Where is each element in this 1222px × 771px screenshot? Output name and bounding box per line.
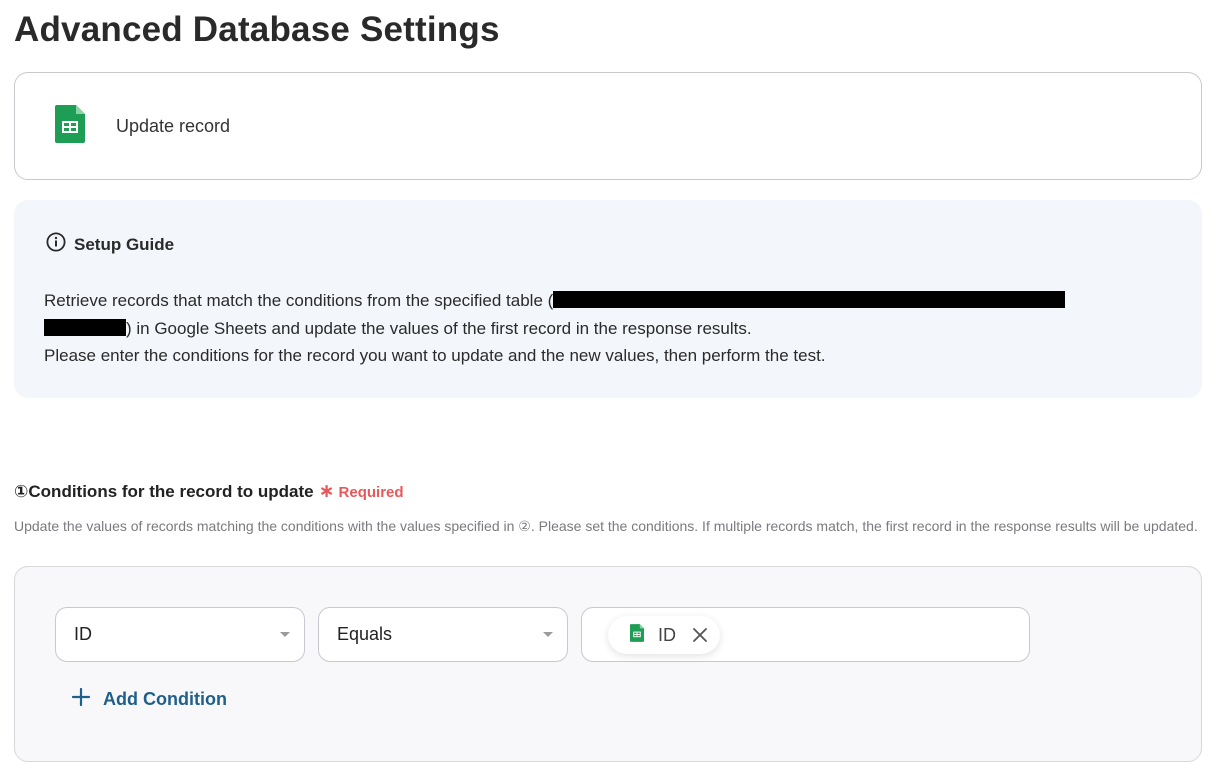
plus-icon [71, 687, 91, 712]
guide-line3: Please enter the conditions for the reco… [44, 346, 826, 365]
action-card[interactable]: Update record [14, 72, 1202, 180]
page-title: Advanced Database Settings [14, 10, 500, 49]
setup-guide-header: Setup Guide [46, 232, 174, 257]
condition-value-input[interactable]: ID [581, 607, 1030, 662]
value-chip-label: ID [658, 624, 676, 645]
condition-field-value: ID [74, 624, 92, 644]
setup-guide-title: Setup Guide [74, 234, 175, 254]
conditions-section-title: ①Conditions for the record to update ∗ R… [14, 480, 404, 503]
google-sheets-icon [630, 623, 644, 647]
setup-guide: Setup Guide Retrieve records that match … [14, 200, 1202, 398]
chevron-down-icon [280, 632, 290, 637]
conditions-panel: ID Equals ID Add Condition [14, 566, 1202, 762]
info-icon [46, 232, 66, 257]
page: Advanced Database Settings Update record [0, 0, 1222, 771]
guide-line1: Retrieve records that match the conditio… [44, 291, 554, 310]
google-sheets-icon [55, 104, 85, 148]
add-condition-label: Add Condition [103, 689, 227, 709]
value-chip[interactable]: ID [608, 616, 720, 654]
conditions-title-text: ①Conditions for the record to update [14, 482, 314, 501]
add-condition-button[interactable]: Add Condition [71, 687, 227, 712]
action-label: Update record [116, 115, 231, 136]
condition-field-select[interactable]: ID [55, 607, 305, 662]
condition-operator-select[interactable]: Equals [318, 607, 568, 662]
required-label: Required [338, 484, 404, 501]
redacted-block [44, 318, 126, 336]
redacted-block [553, 291, 1066, 308]
chevron-down-icon [543, 632, 553, 637]
condition-operator-value: Equals [337, 624, 393, 644]
guide-line2: ) in Google Sheets and update the values… [126, 318, 752, 338]
required-mark: ∗ [318, 481, 335, 502]
close-icon[interactable] [692, 627, 708, 643]
setup-guide-text: Retrieve records that match the conditio… [44, 287, 1184, 370]
conditions-description: Update the values of records matching th… [14, 518, 1198, 534]
